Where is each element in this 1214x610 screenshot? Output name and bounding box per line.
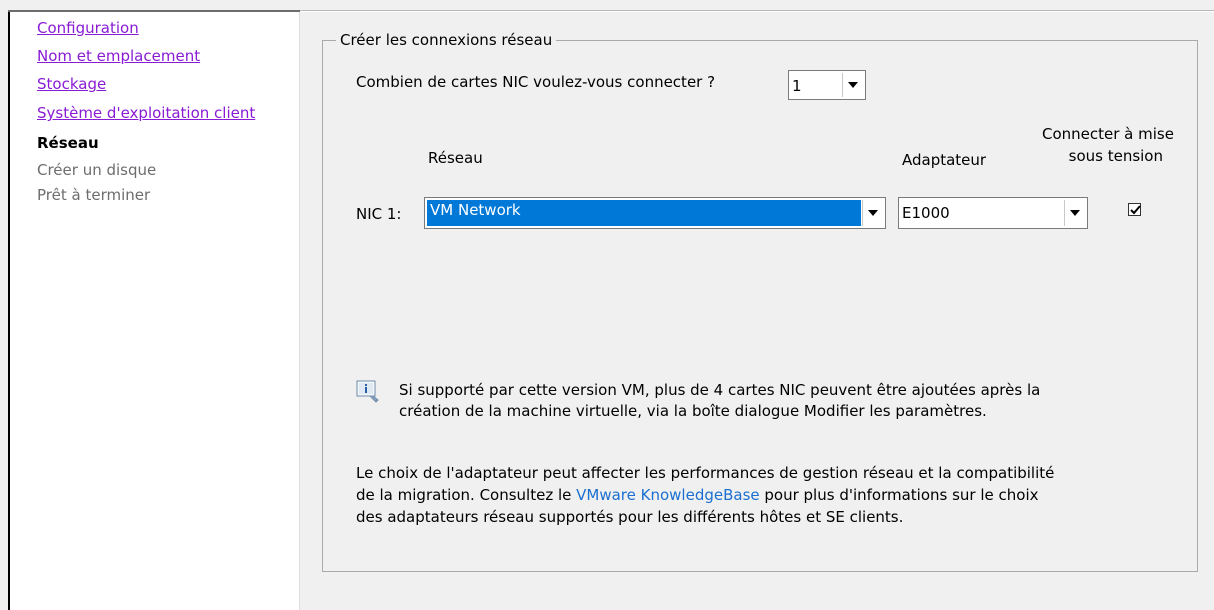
step-configuration[interactable]: Configuration (37, 18, 139, 38)
adapter-note-line-1: Le choix de l'adaptateur peut affecter l… (356, 464, 1055, 482)
adapter-note-line-2: de la migration. Consultez le VMware Kno… (356, 484, 1054, 506)
step-ready-to-complete: Prêt à terminer (37, 186, 151, 204)
nic1-adapter-value: E1000 (902, 204, 950, 222)
nic-count-select[interactable]: 1 (788, 70, 866, 100)
nic1-adapter-select[interactable]: E1000 (898, 197, 1088, 229)
step-storage[interactable]: Stockage (37, 74, 106, 94)
sidebar-border (8, 10, 300, 12)
checkmark-icon (1130, 205, 1141, 215)
nic1-connect-checkbox[interactable] (1128, 203, 1141, 216)
adapter-note-line-2-before: de la migration. Consultez le (356, 486, 577, 504)
step-network: Réseau (37, 134, 99, 152)
nic1-label: NIC 1: (356, 205, 402, 223)
connect-column-header-line1: Connecter à mise (1042, 125, 1174, 143)
chevron-down-icon[interactable] (862, 200, 883, 226)
adapter-note-line-2-after: pour plus d'informations sur le choix (759, 486, 1039, 504)
nic1-network-value: VM Network (427, 200, 861, 226)
step-name-location[interactable]: Nom et emplacement (37, 46, 200, 66)
vmware-knowledgebase-link[interactable]: VMware KnowledgeBase (576, 486, 759, 504)
wizard-steps-sidebar (10, 12, 300, 610)
info-message: Si supporté par cette version VM, plus d… (399, 380, 1040, 422)
step-create-disk: Créer un disque (37, 161, 157, 179)
chevron-down-icon[interactable] (842, 73, 863, 97)
info-line-2: création de la machine virtuelle, via la… (399, 402, 987, 420)
adapter-column-header: Adaptateur (902, 151, 987, 169)
chevron-down-icon[interactable] (1064, 200, 1085, 226)
info-icon (356, 380, 382, 404)
adapter-note: Le choix de l'adaptateur peut affecter l… (356, 462, 1054, 528)
connect-column-header-line2: sous tension (1068, 147, 1163, 165)
nic-count-value: 1 (792, 77, 802, 95)
group-title: Créer les connexions réseau (336, 30, 557, 50)
step-guest-os[interactable]: Système d'exploitation client (37, 103, 255, 123)
adapter-note-line-3: des adaptateurs réseau supportés pour le… (356, 508, 904, 526)
nic1-network-select[interactable]: VM Network (424, 197, 886, 229)
info-line-1: Si supporté par cette version VM, plus d… (399, 381, 1041, 399)
sidebar-divider (299, 12, 300, 610)
nic-count-label: Combien de cartes NIC voulez-vous connec… (356, 73, 716, 91)
content-border-highlight (300, 11, 1214, 12)
network-column-header: Réseau (428, 149, 483, 167)
